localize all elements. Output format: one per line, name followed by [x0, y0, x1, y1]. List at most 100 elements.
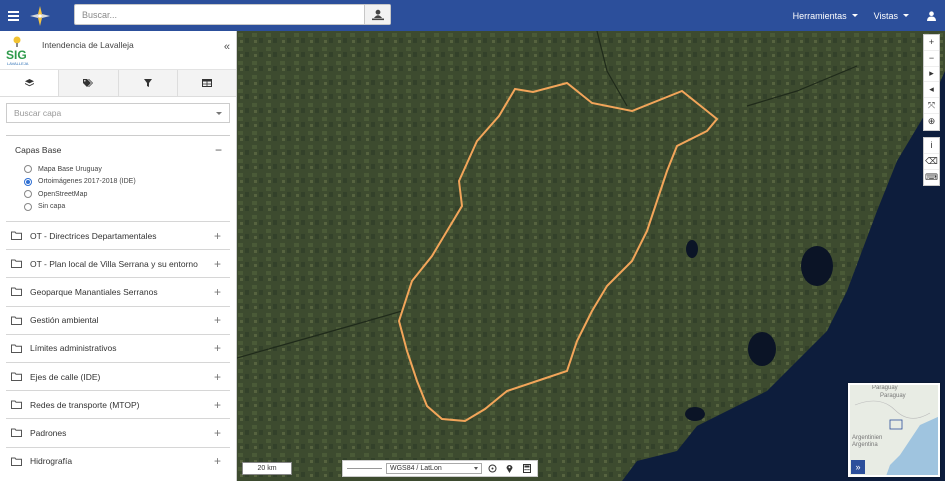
- expand-plus-icon[interactable]: +: [214, 341, 221, 355]
- layer-group-label: OT - Directrices Departamentales: [30, 230, 157, 241]
- tab-layers[interactable]: [0, 70, 60, 96]
- calculator-icon[interactable]: [520, 464, 533, 473]
- zoom-in-button[interactable]: +: [924, 35, 939, 51]
- user-icon[interactable]: [917, 10, 945, 21]
- expand-plus-icon[interactable]: +: [214, 398, 221, 412]
- logo-subtext: LAVALLEJA: [7, 61, 29, 66]
- base-layer-label: Ortoimágenes 2017-2018 (IDE): [38, 178, 136, 186]
- crs-label: WGS84 / LatLon: [389, 465, 442, 472]
- zoom-box-button[interactable]: ⊕: [924, 114, 939, 130]
- radio-button-selected[interactable]: [24, 177, 32, 186]
- sig-logo: SIG LAVALLEJA: [5, 35, 39, 67]
- map-pin-icon[interactable]: [503, 464, 516, 473]
- layer-group-row[interactable]: OT - Plan local de Villa Serrana y su en…: [6, 249, 230, 277]
- layer-group-label: Hidrografía: [30, 456, 73, 467]
- logo-text: SIG: [6, 48, 27, 62]
- tab-table[interactable]: [177, 70, 236, 96]
- map-tools: i ⌫ ⌨: [923, 137, 940, 187]
- top-menus: Herramientas Vistas: [785, 0, 945, 31]
- map-canvas[interactable]: + − ▸ ◂ ⤧ ⊕ i ⌫ ⌨ 20 km WGS84 / LatLon P…: [237, 31, 945, 481]
- layer-search-placeholder: Buscar capa: [14, 108, 62, 118]
- next-view-button[interactable]: ▸: [924, 67, 939, 83]
- crs-select[interactable]: WGS84 / LatLon: [385, 463, 483, 474]
- folder-icon: [11, 372, 22, 382]
- expand-plus-icon[interactable]: +: [214, 426, 221, 440]
- expand-plus-icon[interactable]: +: [214, 257, 221, 271]
- base-layers-title: Capas Base: [15, 144, 62, 155]
- folder-icon: [11, 428, 22, 438]
- layer-group-row[interactable]: Ejes de calle (IDE) +: [6, 361, 230, 390]
- views-menu[interactable]: Vistas: [866, 11, 917, 21]
- folder-icon: [11, 316, 22, 325]
- base-layer-option[interactable]: OpenStreetMap: [0, 188, 236, 201]
- tags-icon: [83, 79, 94, 87]
- base-layer-option[interactable]: Sin capa: [0, 201, 236, 214]
- base-layers-header[interactable]: Capas Base −: [0, 136, 236, 163]
- full-extent-button[interactable]: ⤧: [924, 98, 939, 114]
- radio-button[interactable]: [24, 190, 32, 199]
- search-location-button[interactable]: [364, 5, 390, 24]
- layer-group-label: Padrones: [30, 427, 67, 438]
- chevron-down-icon: [216, 111, 222, 115]
- app-window: Herramientas Vistas SIG LAVALLEJA Intend…: [0, 0, 945, 481]
- info-button[interactable]: i: [924, 138, 939, 154]
- expand-plus-icon[interactable]: +: [214, 370, 221, 384]
- zoom-out-button[interactable]: −: [924, 51, 939, 67]
- overview-label-argentina-2: Argentina: [852, 442, 878, 448]
- tab-filter[interactable]: [118, 70, 178, 96]
- layer-group-row[interactable]: Padrones +: [6, 418, 230, 446]
- layer-group-row[interactable]: Geoparque Manantiales Serranos +: [6, 277, 230, 305]
- tab-tags[interactable]: [59, 70, 119, 96]
- layer-search-select[interactable]: Buscar capa: [6, 103, 230, 123]
- layer-group-label: Límites administrativos: [30, 343, 117, 354]
- radio-button[interactable]: [24, 165, 32, 174]
- layer-group-label: Ejes de calle (IDE): [30, 371, 101, 382]
- eraser-button[interactable]: ⌫: [924, 154, 939, 170]
- expand-overview-button[interactable]: »: [851, 460, 865, 474]
- layer-group-row[interactable]: Redes de transporte (MTOP) +: [6, 390, 230, 418]
- previous-view-button[interactable]: ◂: [924, 82, 939, 99]
- layer-group-label: OT - Plan local de Villa Serrana y su en…: [30, 258, 198, 269]
- sidebar-header: SIG LAVALLEJA Intendencia de Lavalleja «: [0, 31, 236, 70]
- collapse-minus-icon[interactable]: −: [215, 143, 222, 157]
- keyboard-button[interactable]: ⌨: [924, 170, 939, 186]
- layer-group-row[interactable]: OT - Directrices Departamentales +: [6, 221, 230, 249]
- layers-sidebar: SIG LAVALLEJA Intendencia de Lavalleja «…: [0, 31, 237, 481]
- chevron-down-icon: [851, 14, 858, 17]
- expand-plus-icon[interactable]: +: [214, 229, 221, 243]
- layer-group-row[interactable]: Hidrografía +: [6, 446, 230, 475]
- app-title: Intendencia de Lavalleja: [42, 40, 134, 50]
- expand-plus-icon[interactable]: +: [214, 454, 221, 468]
- chevron-down-icon: [474, 467, 479, 470]
- place-search-box: [74, 4, 391, 25]
- expand-plus-icon[interactable]: +: [214, 285, 221, 299]
- layer-group-label: Redes de transporte (MTOP): [30, 399, 140, 410]
- layer-groups-list: OT - Directrices Departamentales + OT - P…: [0, 221, 236, 475]
- overview-map[interactable]: Paraguay Paraguay Argentinien Argentina …: [848, 383, 940, 477]
- menu-icon[interactable]: [0, 0, 26, 31]
- expand-plus-icon[interactable]: +: [214, 313, 221, 327]
- base-layer-option[interactable]: Mapa Base Uruguay: [0, 163, 236, 176]
- crosshair-icon[interactable]: [486, 464, 499, 473]
- layers-icon: [24, 79, 34, 87]
- base-layer-label: Sin capa: [38, 203, 66, 211]
- map-toolbar: + − ▸ ◂ ⤧ ⊕: [923, 34, 940, 131]
- base-layer-label: OpenStreetMap: [38, 190, 88, 198]
- tools-menu[interactable]: Herramientas: [785, 11, 866, 21]
- layer-group-row[interactable]: Gestión ambiental +: [6, 305, 230, 334]
- compass-logo-icon[interactable]: [26, 0, 54, 31]
- folder-icon: [11, 259, 22, 269]
- table-icon: [201, 79, 212, 87]
- chevron-down-icon: [903, 14, 909, 17]
- mouse-position: [347, 468, 382, 469]
- place-search-input[interactable]: [75, 5, 364, 24]
- sidebar-tabs: [0, 70, 236, 97]
- base-layer-option[interactable]: Ortoimágenes 2017-2018 (IDE): [0, 176, 236, 189]
- collapse-sidebar-icon[interactable]: «: [224, 41, 230, 53]
- radio-button[interactable]: [24, 202, 32, 211]
- filter-icon: [143, 79, 152, 87]
- layer-group-row[interactable]: Límites administrativos +: [6, 333, 230, 362]
- overview-label-argentina: Argentinien: [852, 435, 883, 441]
- overview-label-paraguay-2: Paraguay: [880, 393, 906, 399]
